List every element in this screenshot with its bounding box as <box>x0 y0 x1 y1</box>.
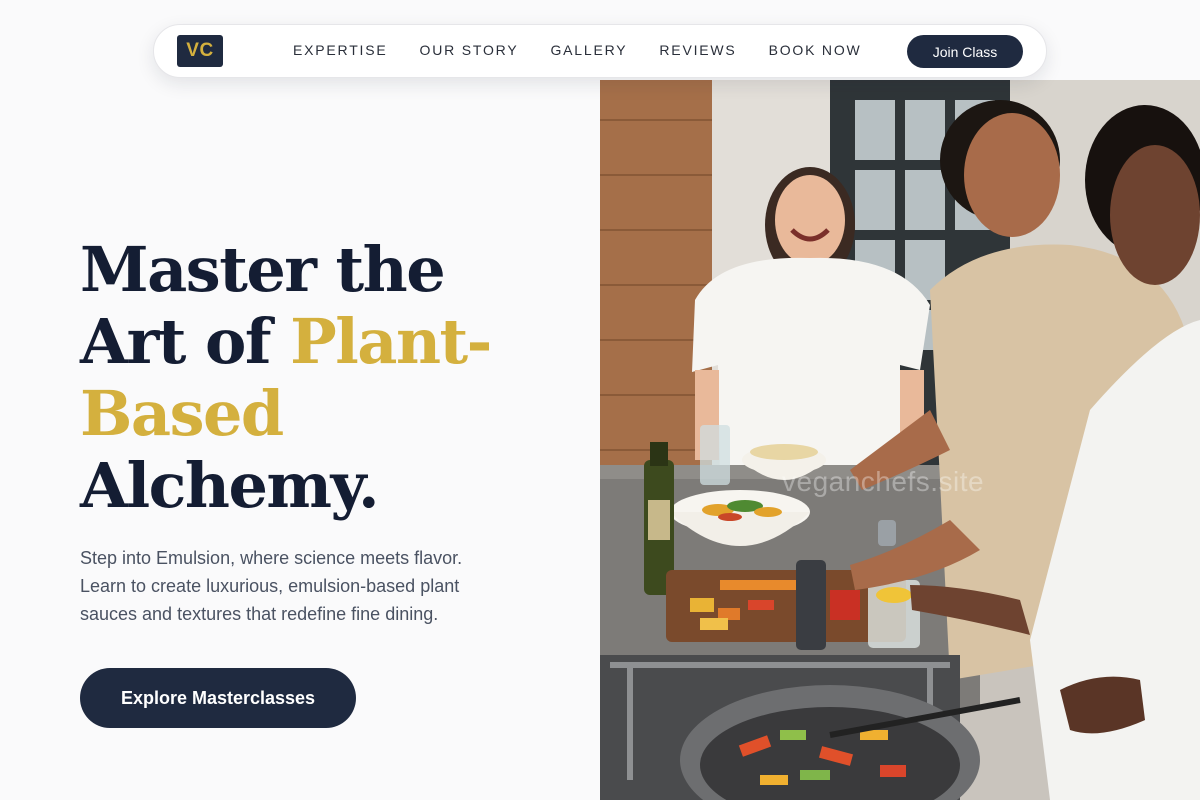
headline-last-line: Alchemy. <box>80 449 380 522</box>
hero-photo-cooking-class: veganchefs.site <box>600 80 1200 800</box>
hero-subtext: Step into Emulsion, where science meets … <box>80 548 463 624</box>
nav-link-gallery[interactable]: GALLERY <box>550 42 627 58</box>
headline-art-of: Art of <box>80 305 291 378</box>
nav-link-our-story[interactable]: OUR STORY <box>420 42 519 58</box>
cooking-scene-illustration <box>600 80 1200 800</box>
explore-masterclasses-button[interactable]: Explore Masterclasses <box>80 668 356 728</box>
top-nav: VC EXPERTISE OUR STORY GALLERY REVIEWS B… <box>153 24 1047 78</box>
headline-gold-1: Plant- <box>290 305 492 378</box>
headline-gold-2: Based <box>80 377 284 450</box>
hero-headline: Master the Art of Plant- Based Alchemy. <box>80 234 580 522</box>
brand-logo[interactable]: VC <box>177 35 223 67</box>
nav-links: EXPERTISE OUR STORY GALLERY REVIEWS BOOK… <box>293 42 894 58</box>
nav-link-book-now[interactable]: BOOK NOW <box>769 42 862 58</box>
nav-link-reviews[interactable]: REVIEWS <box>659 42 736 58</box>
headline-line-1: Master the <box>80 233 446 306</box>
photo-watermark: veganchefs.site <box>782 466 985 497</box>
nav-link-expertise[interactable]: EXPERTISE <box>293 42 388 58</box>
hero-text-section: Master the Art of Plant- Based Alchemy. … <box>0 0 600 800</box>
join-class-button[interactable]: Join Class <box>907 35 1023 68</box>
